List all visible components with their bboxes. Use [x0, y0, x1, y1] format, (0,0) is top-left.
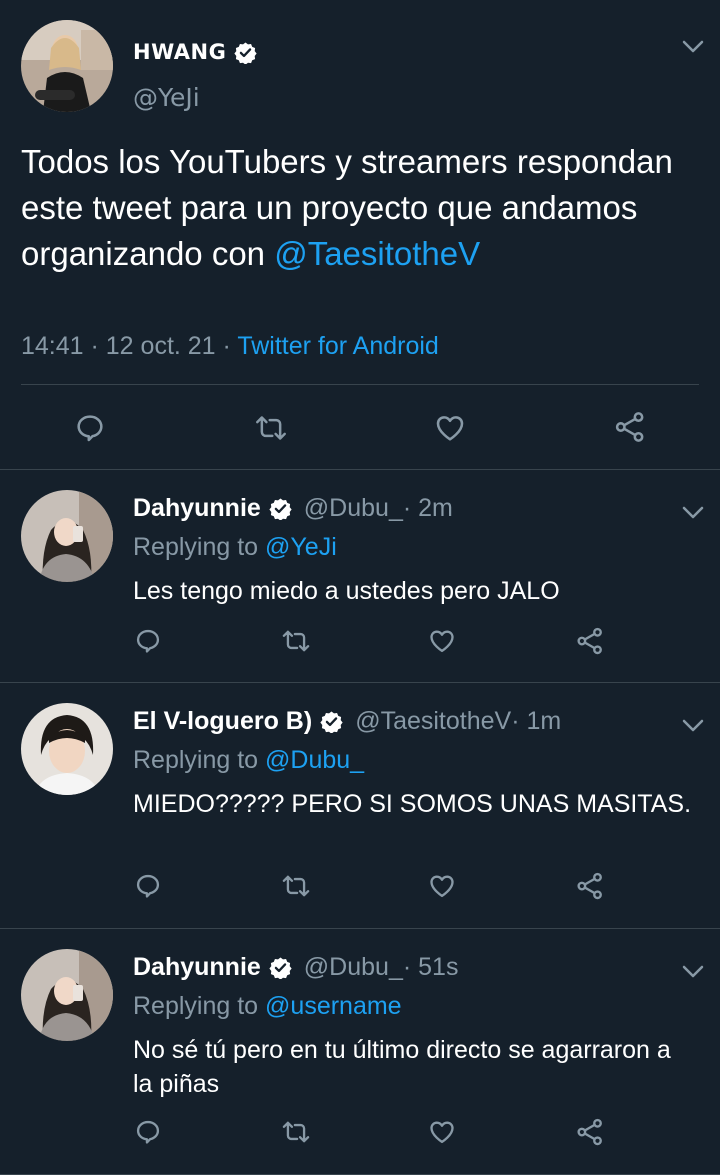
reply-time: · 2m — [402, 494, 453, 522]
avatar[interactable] — [21, 490, 113, 582]
author-name[interactable]: HWANG — [133, 40, 257, 64]
meta-separator: · — [215, 332, 238, 360]
reply-icon[interactable] — [134, 872, 162, 900]
verified-badge-icon — [269, 497, 292, 520]
retweet-icon[interactable] — [281, 627, 311, 655]
tweet-meta: 14:41 · 12 oct. 21 · Twitter for Android — [21, 332, 439, 361]
replying-to-link[interactable]: @username — [265, 992, 402, 1020]
avatar[interactable] — [21, 949, 113, 1041]
share-icon[interactable] — [575, 626, 605, 656]
verified-badge-icon — [320, 710, 343, 733]
share-icon[interactable] — [575, 1117, 605, 1147]
share-icon[interactable] — [575, 871, 605, 901]
tweet-text: Todos los YouTubers y streamers responda… — [21, 139, 711, 277]
retweet-icon[interactable] — [254, 412, 288, 444]
retweet-icon[interactable] — [281, 872, 311, 900]
replying-to: Replying to @YeJi — [133, 533, 337, 562]
chevron-down-icon[interactable] — [682, 40, 704, 54]
author-handle[interactable]: @Dubu_ — [304, 953, 403, 982]
tweet-date: 12 oct. 21 — [105, 332, 216, 360]
reply-header: Dahyunnie @Dubu_ · 51s — [133, 953, 458, 982]
reply-text: MIEDO????? PERO SI SOMOS UNAS MASITAS. — [133, 790, 692, 818]
main-tweet: HWANG @YeJi Todos los YouTubers y stream… — [0, 0, 720, 470]
reply-header: El V-loguero B) @TaesitotheV · 1m — [133, 707, 561, 736]
avatar[interactable] — [21, 20, 113, 112]
author-name[interactable]: El V-loguero B) — [133, 707, 312, 736]
reply-text: Les tengo miedo a ustedes pero JALO — [133, 577, 560, 605]
reply-icon[interactable] — [134, 1118, 162, 1146]
chevron-down-icon[interactable] — [682, 719, 704, 733]
reply-tweet[interactable]: El V-loguero B) @TaesitotheV · 1m Replyi… — [0, 683, 720, 929]
replying-to: Replying to @username — [133, 992, 402, 1021]
reply-icon[interactable] — [134, 627, 162, 655]
replying-to-link[interactable]: @Dubu_ — [265, 746, 364, 774]
meta-separator: · — [83, 332, 106, 360]
reply-tweet[interactable]: Dahyunnie @Dubu_ · 51s Replying to @user… — [0, 929, 720, 1175]
divider — [21, 384, 699, 385]
author-name[interactable]: Dahyunnie — [133, 953, 261, 982]
chevron-down-icon[interactable] — [682, 965, 704, 979]
mention-link[interactable]: @TaesitotheV — [274, 235, 480, 272]
heart-icon[interactable] — [434, 412, 466, 444]
author-handle[interactable]: @TaesitotheV — [355, 707, 511, 736]
chevron-down-icon[interactable] — [682, 506, 704, 520]
reply-icon[interactable] — [74, 412, 106, 444]
reply-tweet[interactable]: Dahyunnie @Dubu_ · 2m Replying to @YeJi … — [0, 470, 720, 683]
replying-label: Replying to — [133, 533, 266, 561]
reply-time: · 1m — [511, 707, 562, 735]
tweet-source-link[interactable]: Twitter for Android — [237, 332, 438, 360]
heart-icon[interactable] — [428, 1118, 456, 1146]
author-name-text[interactable]: HWANG — [133, 40, 226, 64]
reply-text: No sé tú pero en tu último directo se ag… — [133, 1036, 671, 1098]
reply-header: Dahyunnie @Dubu_ · 2m — [133, 494, 453, 523]
verified-badge-icon — [234, 41, 257, 64]
author-name[interactable]: Dahyunnie — [133, 494, 261, 523]
heart-icon[interactable] — [428, 872, 456, 900]
share-icon[interactable] — [613, 410, 647, 444]
avatar[interactable] — [21, 703, 113, 795]
tweet-time: 14:41 — [21, 332, 84, 360]
retweet-icon[interactable] — [281, 1118, 311, 1146]
reply-time: · 51s — [402, 953, 459, 981]
replying-to: Replying to @Dubu_ — [133, 746, 364, 775]
verified-badge-icon — [269, 956, 292, 979]
author-handle[interactable]: @Dubu_ — [304, 494, 403, 523]
replying-to-link[interactable]: @YeJi — [265, 533, 337, 561]
replying-label: Replying to — [133, 992, 266, 1020]
replying-label: Replying to — [133, 746, 266, 774]
author-handle[interactable]: @YeJi — [133, 83, 200, 112]
heart-icon[interactable] — [428, 627, 456, 655]
